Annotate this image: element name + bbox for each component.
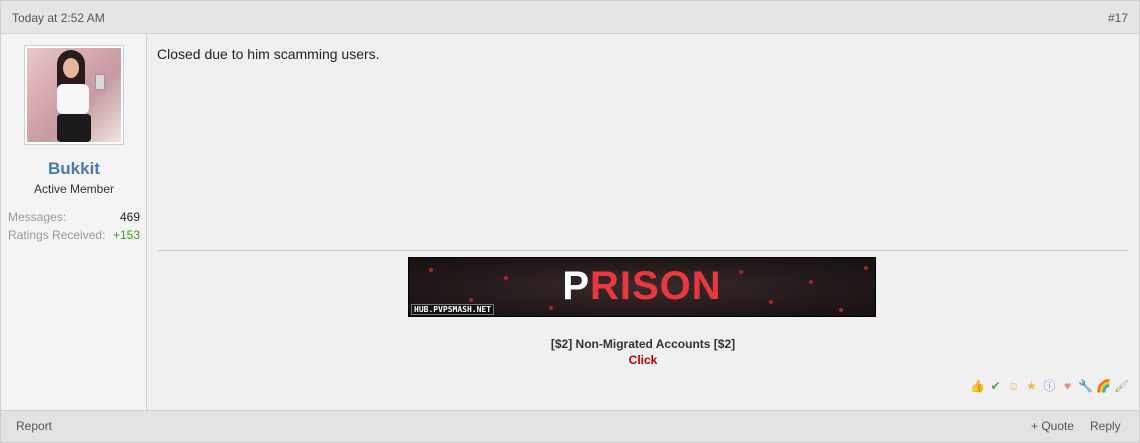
- info-icon[interactable]: ⓘ: [1042, 379, 1057, 394]
- rainbow-icon[interactable]: 🌈: [1096, 379, 1111, 394]
- signature-divider: [157, 250, 1128, 251]
- post-content: Closed due to him scamming users. PRISON…: [147, 34, 1139, 410]
- wrench-icon[interactable]: 🔧: [1078, 379, 1093, 394]
- avatar-phone: [95, 74, 105, 90]
- forum-post: Today at 2:52 AM #17 Bukkit Active Membe…: [0, 0, 1140, 443]
- avatar-face: [63, 58, 79, 78]
- banner-title-first: P: [562, 264, 590, 308]
- heart-icon[interactable]: ♥: [1060, 379, 1075, 394]
- signature-text: [$2] Non-Migrated Accounts [$2]: [550, 337, 736, 351]
- user-sidebar: Bukkit Active Member Messages: 469 Ratin…: [1, 34, 147, 410]
- signature-click-link[interactable]: Click: [147, 353, 1139, 367]
- avatar-pants: [57, 114, 91, 142]
- stat-value[interactable]: +153: [113, 228, 140, 242]
- avatar-image: [27, 48, 121, 142]
- reply-link[interactable]: Reply: [1090, 419, 1121, 433]
- stat-label: Messages:: [8, 210, 67, 224]
- banner-title: PRISON: [409, 264, 875, 309]
- quote-link[interactable]: + Quote: [1031, 419, 1074, 433]
- star-icon[interactable]: ★: [1024, 379, 1039, 394]
- user-title: Active Member: [33, 182, 115, 196]
- banner-title-rest: RISON: [590, 264, 722, 308]
- laugh-icon[interactable]: ☺: [1006, 379, 1021, 394]
- post-footer: Report + Quote Reply: [1, 410, 1139, 442]
- stat-value[interactable]: 469: [120, 210, 140, 224]
- signature-banner[interactable]: PRISON HUB.PVPSMASH.NET: [408, 257, 876, 317]
- avatar[interactable]: [24, 45, 124, 145]
- banner-domain: HUB.PVPSMASH.NET: [411, 304, 495, 315]
- username-link[interactable]: Bukkit: [1, 159, 147, 179]
- message-text: Closed due to him scamming users.: [157, 46, 380, 62]
- post-date[interactable]: Today at 2:52 AM: [12, 11, 105, 25]
- avatar-shirt: [57, 84, 89, 114]
- report-link[interactable]: Report: [16, 419, 52, 433]
- stat-label: Ratings Received:: [8, 228, 106, 242]
- post-number-link[interactable]: #17: [1108, 11, 1128, 25]
- paintbrush-icon[interactable]: 🖌: [1114, 379, 1129, 394]
- post-header: Today at 2:52 AM #17: [1, 1, 1139, 34]
- check-icon[interactable]: ✔: [988, 379, 1003, 394]
- rating-icons: 👍 ✔ ☺ ★ ⓘ ♥ 🔧 🌈 🖌: [970, 379, 1129, 394]
- thumbs-up-icon[interactable]: 👍: [970, 379, 985, 394]
